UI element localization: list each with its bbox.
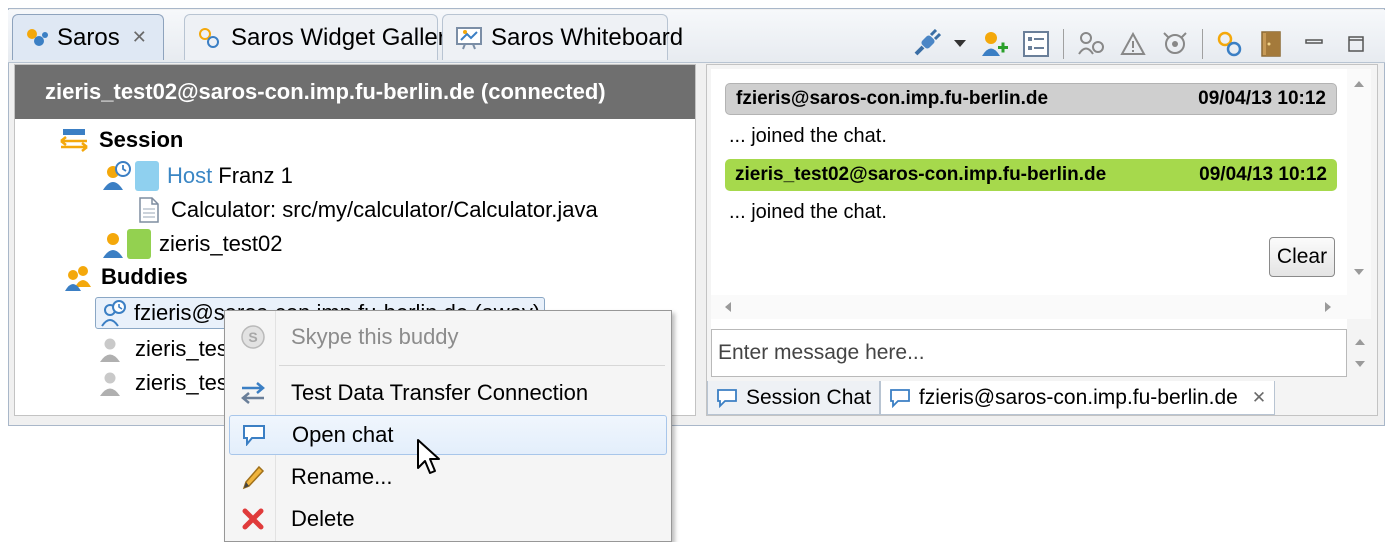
delete-icon — [229, 507, 277, 531]
session-node[interactable]: Session — [59, 127, 183, 153]
input-scrollbar[interactable] — [1349, 331, 1371, 375]
menu-item-label: Delete — [291, 506, 355, 531]
chat-panel: fzieris@saros-con.imp.fu-berlin.de 09/04… — [706, 64, 1378, 416]
chat-message-header: fzieris@saros-con.imp.fu-berlin.de 09/04… — [725, 83, 1337, 115]
saros-logo-icon[interactable] — [1215, 29, 1245, 59]
menu-item-label: Open chat — [292, 422, 394, 447]
view-tab-bar: Saros ✕ Saros Widget Gallery Saros White… — [8, 10, 1385, 63]
maximize-icon[interactable] — [1341, 29, 1371, 59]
menu-item-label: Test Data Transfer Connection — [291, 380, 589, 405]
follow-mode-icon[interactable] — [1160, 29, 1190, 59]
shared-file-node[interactable]: Calculator: src/my/calculator/Calculator… — [139, 197, 598, 223]
chat-message-header: zieris_test02@saros-con.imp.fu-berlin.de… — [725, 159, 1337, 191]
transfer-icon — [229, 380, 277, 406]
tab-label: Session Chat — [746, 385, 871, 409]
buddies-icon — [63, 263, 93, 291]
menu-item-delete[interactable]: Delete — [229, 499, 667, 539]
chat-message-input[interactable]: Enter message here... — [711, 329, 1347, 377]
session-label: Session — [99, 127, 184, 152]
buddy-item[interactable]: zieris_tes — [99, 369, 228, 397]
message-time: 09/04/13 10:12 — [1199, 164, 1327, 185]
participant-node[interactable]: zieris_test02 — [101, 229, 283, 259]
buddy-context-menu: S Skype this buddy Test Data Transfer Co… — [224, 310, 672, 542]
view-toolbar — [911, 24, 1371, 64]
host-prefix: Host — [167, 163, 213, 188]
warning-icon[interactable] — [1118, 29, 1148, 59]
buddies-label: Buddies — [101, 264, 188, 289]
pencil-icon — [229, 464, 277, 490]
participant-name: zieris_test02 — [159, 231, 283, 256]
menu-separator — [279, 365, 665, 366]
clear-button[interactable]: Clear — [1269, 237, 1335, 277]
menu-item-rename[interactable]: Rename... — [229, 457, 667, 497]
user-offline-icon — [99, 369, 121, 397]
chat-bubble-icon — [889, 388, 911, 408]
chat-tabs: Session Chat fzieris@saros-con.imp.fu-be… — [707, 381, 1276, 415]
host-color-swatch — [135, 161, 159, 191]
user-clock-icon — [101, 161, 133, 191]
chat-input-placeholder: Enter message here... — [718, 341, 925, 364]
tab-saros[interactable]: Saros ✕ — [12, 14, 164, 60]
mouse-cursor-icon — [416, 438, 442, 481]
chat-horizontal-scrollbar[interactable] — [711, 295, 1371, 319]
user-icon — [101, 229, 125, 259]
menu-item-open-chat[interactable]: Open chat — [229, 415, 667, 455]
tab-saros-whiteboard[interactable]: Saros Whiteboard — [442, 14, 683, 60]
buddy-label: zieris_tes — [135, 336, 228, 361]
chat-bubble-icon — [230, 424, 278, 446]
leave-session-icon[interactable] — [1257, 29, 1287, 59]
connection-status-header: zieris_test02@saros-con.imp.fu-berlin.de… — [15, 65, 695, 119]
menu-item-skype[interactable]: S Skype this buddy — [229, 317, 667, 357]
menu-item-label: Rename... — [291, 464, 393, 489]
add-buddy-icon[interactable] — [979, 29, 1009, 59]
close-icon[interactable]: ✕ — [1252, 388, 1266, 408]
shared-file-label: Calculator: src/my/calculator/Calculator… — [171, 197, 598, 222]
tab-label: Saros Widget Gallery — [231, 23, 458, 51]
user-offline-icon — [99, 335, 121, 363]
whiteboard-icon — [455, 26, 483, 50]
menu-item-label: Skype this buddy — [291, 324, 459, 349]
share-icon[interactable] — [1076, 29, 1106, 59]
saros-logo-icon — [25, 27, 49, 49]
toolbar-separator — [1202, 29, 1203, 59]
java-file-icon — [139, 197, 159, 223]
tab-private-chat[interactable]: fzieris@saros-con.imp.fu-berlin.de ✕ — [879, 381, 1276, 415]
host-name: Franz 1 — [218, 163, 293, 188]
host-node[interactable]: Host Franz 1 — [101, 161, 293, 191]
minimize-icon[interactable] — [1299, 29, 1329, 59]
buddy-label: zieris_tes — [135, 370, 228, 395]
chevron-down-icon[interactable] — [953, 29, 967, 59]
message-sender: fzieris@saros-con.imp.fu-berlin.de — [736, 88, 1049, 109]
user-clock-icon — [100, 299, 128, 327]
tab-saros-widget-gallery[interactable]: Saros Widget Gallery — [184, 14, 458, 60]
tab-label: fzieris@saros-con.imp.fu-berlin.de — [918, 385, 1238, 409]
chat-vertical-scrollbar[interactable] — [1347, 69, 1371, 295]
message-sender: zieris_test02@saros-con.imp.fu-berlin.de — [735, 164, 1107, 185]
svg-text:S: S — [248, 329, 257, 345]
message-text: ... joined the chat. — [729, 125, 887, 147]
saros-logo-icon — [197, 26, 223, 50]
close-icon[interactable]: ✕ — [132, 27, 147, 48]
chat-bubble-icon — [716, 388, 738, 408]
buddy-item[interactable]: zieris_tes — [99, 335, 228, 363]
tab-label: Saros Whiteboard — [491, 23, 684, 51]
tab-saros-label: Saros — [57, 23, 120, 51]
buddies-node[interactable]: Buddies — [63, 263, 188, 291]
message-text: ... joined the chat. — [729, 201, 887, 223]
tab-session-chat[interactable]: Session Chat — [707, 381, 880, 415]
toolbar-separator — [1063, 29, 1064, 59]
connect-icon[interactable] — [911, 29, 941, 59]
session-icon — [59, 127, 89, 153]
menu-item-test-data-transfer[interactable]: Test Data Transfer Connection — [229, 373, 667, 413]
participant-color-swatch — [127, 229, 151, 259]
preferences-icon[interactable] — [1021, 29, 1051, 59]
skype-icon: S — [229, 324, 277, 350]
message-time: 09/04/13 10:12 — [1198, 88, 1326, 109]
